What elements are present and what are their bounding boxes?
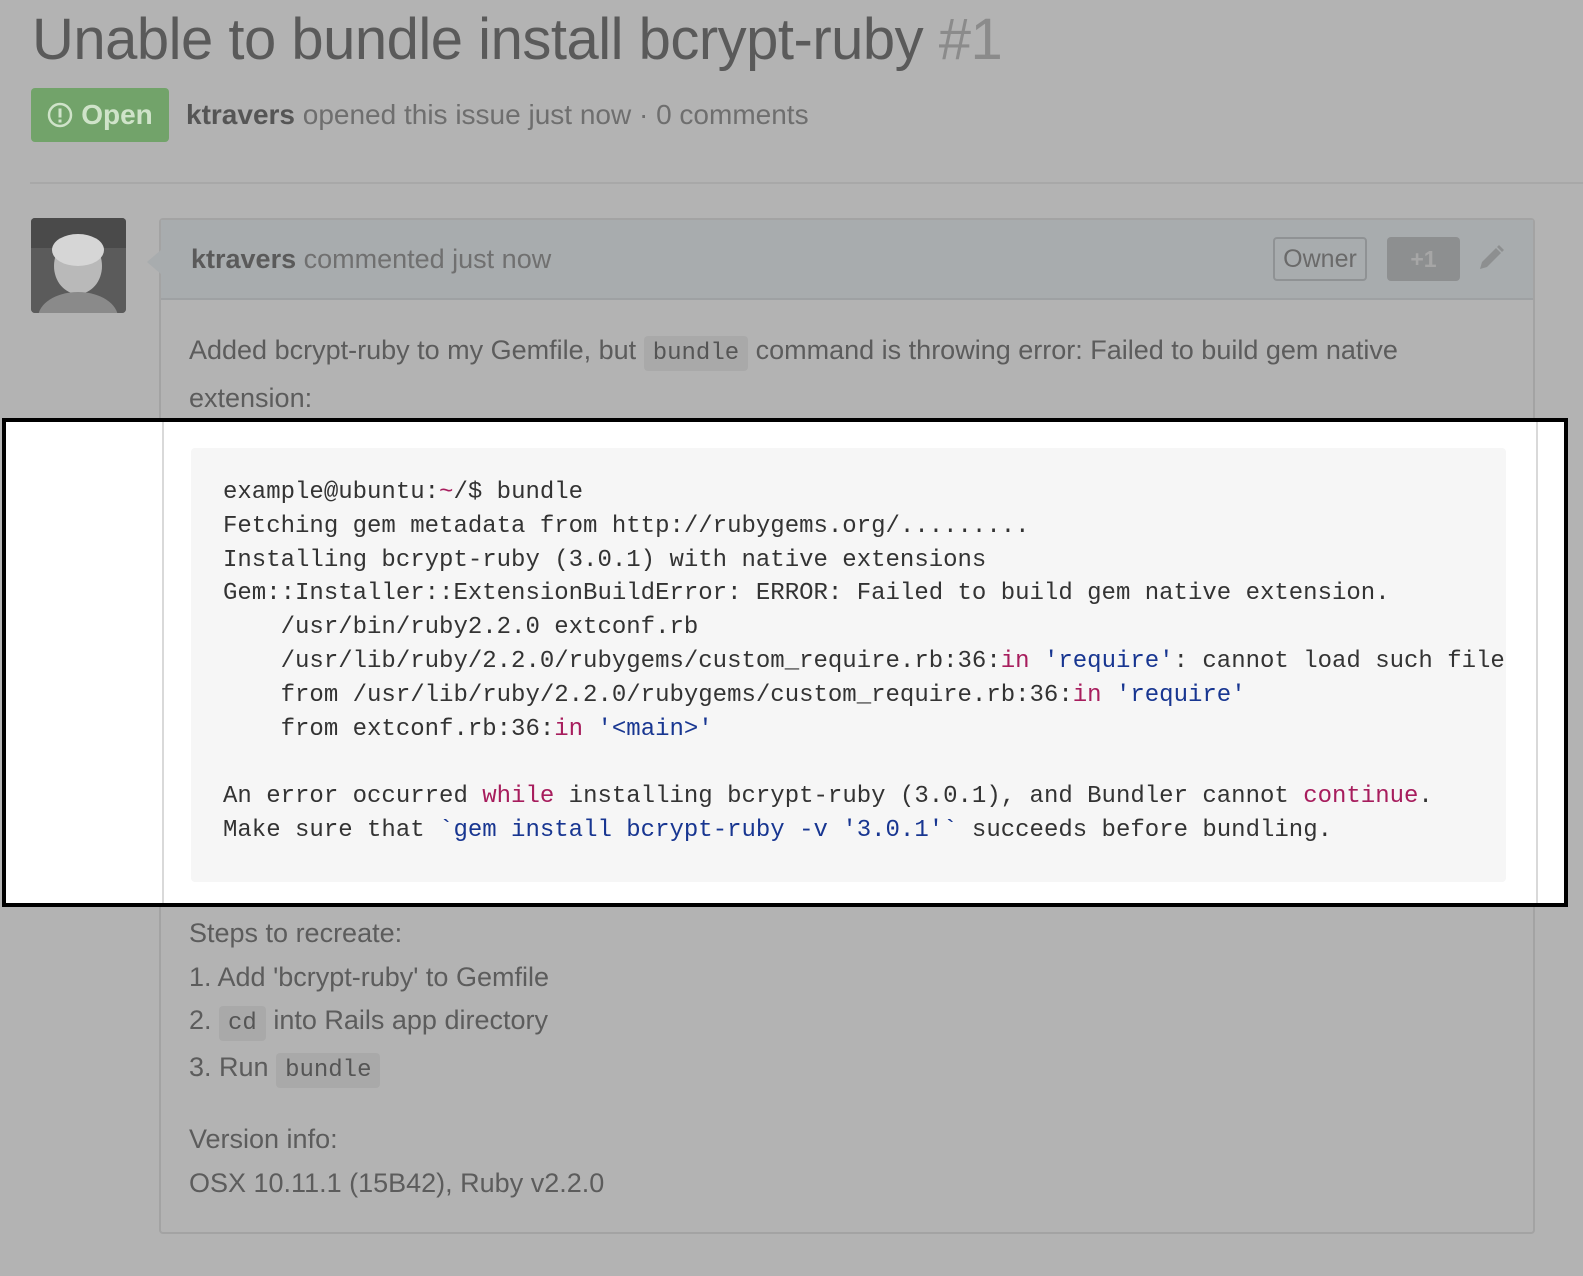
inline-code-cd: cd [219,1006,266,1041]
code-keyword: continue [1303,783,1419,811]
version-section: Version info: OSX 10.11.1 (15B42), Ruby … [189,1118,604,1205]
code-text: installing bcrypt-ruby (3.0.1), and Bund… [554,783,1304,811]
code-keyword: in [1072,681,1102,709]
step-2-suffix: into Rails app directory [265,1005,548,1035]
comment-arrow [147,250,161,274]
comment-author-link[interactable]: ktravers [191,244,296,274]
step-2-prefix: 2. [189,1005,220,1035]
steps-section: Steps to recreate: 1. Add 'bcrypt-ruby' … [189,912,549,1092]
code-line: Make sure that `gem install bcrypt-ruby … [223,814,1506,848]
intro-text-1: Added bcrypt-ruby to my Gemfile, but [189,335,644,365]
highlight-region: example@ubuntu:~/$ bundle Fetching gem me… [2,418,1568,907]
step-1: 1. Add 'bcrypt-ruby' to Gemfile [189,961,549,992]
code-text: from /usr/lib/ruby/2.2.0/rubygems/custom… [223,681,1073,709]
avatar[interactable] [31,218,126,313]
avatar-image [31,218,126,313]
issue-opened-icon [47,102,73,128]
code-line: An error occurred while installing bcryp… [223,780,1506,814]
code-block: example@ubuntu:~/$ bundle Fetching gem me… [191,448,1506,882]
issue-meta: ktravers opened this issue just now · 0 … [186,95,809,135]
code-line: Installing bcrypt-ruby (3.0.1) with nati… [223,544,1506,578]
code-string: '<main>' [597,715,713,743]
pencil-icon[interactable] [1475,242,1507,274]
code-keyword: in [554,715,584,743]
code-line: Fetching gem metadata from http://rubyge… [223,510,1506,544]
code-text: Fetching gem metadata from http://rubyge… [223,512,1030,540]
plus-one-button[interactable]: +1 [1387,237,1460,281]
status-label: Open [81,99,153,130]
code-text: An error occurred [223,783,483,811]
owner-badge: Owner [1273,237,1367,281]
code-line: Gem::Installer::ExtensionBuildError: ERR… [223,577,1506,611]
code-keyword: ~ [439,479,454,506]
code-text: /$ bundle [453,479,584,506]
inline-code-bundle-2: bundle [276,1052,381,1088]
issue-title: Unable to bundle install bcrypt-ruby #1 [32,4,1003,76]
code-text: Installing bcrypt-ruby (3.0.1) with nati… [223,546,987,574]
intro-text-3: extension: [189,383,313,413]
code-content: example@ubuntu:~/$ bundle Fetching gem me… [223,476,1506,848]
comment-intro: Added bcrypt-ruby to my Gemfile, but bun… [189,328,1398,420]
issue-number: #1 [938,7,1003,72]
comment-header-text: ktravers commented just now [191,241,551,277]
code-text: succeeds before bundling. [957,816,1332,844]
steps-heading: Steps to recreate: [189,918,403,948]
step-2: 2. cd into Rails app directory [189,999,549,1046]
code-keyword: in [1000,647,1030,675]
intro-text-2: command is throwing error: Failed to bui… [748,335,1398,365]
divider [30,182,1583,184]
step-3: 3. Run bundle [189,1046,549,1093]
code-keyword: while [482,783,555,811]
code-text: from extconf.rb:36: [223,715,555,743]
version-text: OSX 10.11.1 (15B42), Ruby v2.2.0 [189,1167,605,1198]
code-line: from extconf.rb:36:in '<main>' [223,713,1506,747]
code-line: example@ubuntu:~/$ bundle [223,476,1506,510]
step-3-prefix: 3. Run [189,1051,277,1082]
code-line: from /usr/lib/ruby/2.2.0/rubygems/custom… [223,679,1506,713]
code-text: Make sure that [223,816,440,844]
comment-header: ktravers commented just now Owner +1 [161,220,1533,300]
code-string: `gem install bcrypt-ruby -v '3.0.1'` [439,816,958,844]
status-badge: Open [31,88,169,142]
code-text: /usr/bin/ruby2.2.0 extconf.rb [223,614,699,642]
issue-meta-text: opened this issue just now · 0 comments [294,99,809,130]
version-heading: Version info: [189,1124,338,1154]
code-text: example@ubuntu: [223,479,440,506]
code-line: /usr/lib/ruby/2.2.0/rubygems/custom_requ… [223,645,1506,679]
inline-code-bundle: bundle [643,336,749,371]
issue-title-text: Unable to bundle install bcrypt-ruby [32,7,924,72]
code-text: Gem::Installer::ExtensionBuildError: ERR… [223,580,1390,608]
code-text: /usr/lib/ruby/2.2.0/rubygems/custom_requ… [223,647,1001,675]
code-string: 'require' [1115,681,1246,709]
comment-border-left [162,422,164,903]
comment-border-right [1536,422,1538,903]
code-string: 'require' [1043,647,1174,675]
issue-author-link[interactable]: ktravers [186,99,295,130]
code-text: . [1418,783,1433,811]
code-line: /usr/bin/ruby2.2.0 extconf.rb [223,611,1506,645]
code-text: : cannot load such file -- mkmf (LoadErr… [1173,647,1505,675]
comment-time: commented just now [296,244,552,274]
